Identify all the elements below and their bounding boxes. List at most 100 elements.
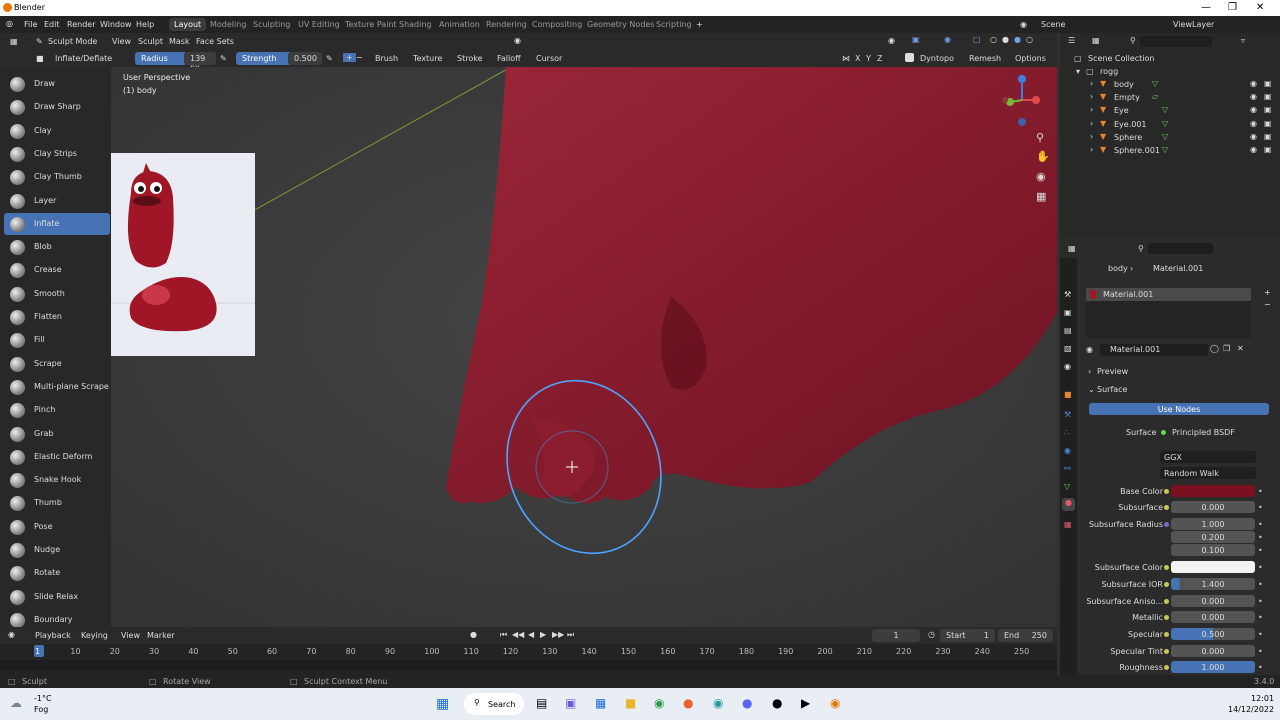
particles-tab-icon[interactable]: ∴	[1064, 428, 1069, 437]
tab-animation[interactable]: Animation	[439, 20, 480, 29]
tool-draw-sharp[interactable]: Draw Sharp	[4, 96, 110, 118]
strength-field[interactable]: 0.500	[288, 52, 322, 65]
tab-uv-editing[interactable]: UV Editing	[298, 20, 340, 29]
wireframe-shading-icon[interactable]: ○	[990, 35, 997, 44]
tool-rotate[interactable]: Rotate	[4, 562, 110, 584]
options-menu[interactable]: Options	[1015, 54, 1046, 63]
filter-icon[interactable]: ▿	[1241, 36, 1245, 45]
edge-icon[interactable]: ◉	[713, 696, 723, 710]
outliner-search-icon[interactable]: ⚲	[1130, 36, 1136, 45]
render-camera-icon[interactable]: ▣	[1264, 79, 1272, 88]
remove-slot-icon[interactable]: −	[1264, 300, 1271, 309]
value-field[interactable]: 0.000	[1171, 645, 1255, 657]
tool-scrape[interactable]: Scrape	[4, 353, 110, 375]
expand-arrow-icon[interactable]: ›	[1090, 145, 1093, 154]
jump-start-icon[interactable]: ⏮	[500, 630, 507, 640]
material-slot[interactable]: Material.001	[1086, 288, 1251, 301]
outliner-item[interactable]: › ▼ Sphere ▽ ◉ ▣	[1062, 131, 1278, 144]
tab-shading[interactable]: Shading	[399, 20, 432, 29]
preview-panel[interactable]: Preview	[1097, 367, 1128, 376]
file-explorer-icon[interactable]: ■	[625, 696, 636, 710]
color-swatch[interactable]	[1171, 485, 1255, 497]
expand-collection-icon[interactable]: ▾	[1076, 67, 1080, 76]
tab-compositing[interactable]: Compositing	[532, 20, 582, 29]
reference-image[interactable]	[111, 153, 255, 356]
outliner-item[interactable]: › ▼ Eye ▽ ◉ ▣	[1062, 104, 1278, 117]
dyntopo-checkbox[interactable]	[905, 53, 914, 62]
end-frame-field[interactable]: End 250	[998, 629, 1053, 642]
axis-z[interactable]: Z	[877, 54, 882, 63]
menu-edit[interactable]: Edit	[44, 20, 60, 29]
navigation-gizmo[interactable]	[1001, 73, 1047, 133]
visibility-icon[interactable]: ◉	[888, 36, 895, 45]
render-camera-icon[interactable]: ▣	[1264, 145, 1272, 154]
add-slot-icon[interactable]: +	[1264, 288, 1271, 297]
render-camera-icon[interactable]: ▣	[1264, 119, 1272, 128]
tool-layer[interactable]: Layer	[4, 190, 110, 212]
visibility-eye-icon[interactable]: ◉	[1250, 119, 1257, 128]
pressure-radius-icon[interactable]: ✎	[220, 54, 227, 63]
video-player-icon[interactable]: ▶	[801, 696, 810, 710]
keyframe-dot-icon[interactable]: •	[1258, 597, 1263, 606]
firefox-icon[interactable]: ●	[683, 696, 693, 710]
tool-thumb[interactable]: Thumb	[4, 492, 110, 514]
keyframe-dot-icon[interactable]: •	[1258, 663, 1263, 672]
teams-icon[interactable]: ▣	[565, 696, 576, 710]
tool-clay[interactable]: Clay	[4, 120, 110, 142]
menu-view[interactable]: View	[112, 37, 131, 46]
tool-smooth[interactable]: Smooth	[4, 283, 110, 305]
tab-scripting[interactable]: Scripting	[656, 20, 692, 29]
close-icon[interactable]: ✕	[1256, 2, 1264, 13]
pan-hand-icon[interactable]: ✋	[1036, 150, 1050, 163]
keyframe-dot-icon[interactable]: •	[1258, 630, 1263, 639]
expand-arrow-icon[interactable]: ›	[1090, 105, 1093, 114]
use-nodes-button[interactable]: Use Nodes	[1089, 403, 1269, 415]
task-view-icon[interactable]: ▤	[536, 696, 547, 710]
keying-menu[interactable]: Keying	[81, 631, 108, 640]
viewlayer-name[interactable]: ViewLayer	[1173, 20, 1214, 29]
unlink-material-icon[interactable]: ✕	[1237, 344, 1244, 353]
expand-arrow-icon[interactable]: ›	[1090, 119, 1093, 128]
properties-search-input[interactable]	[1148, 243, 1213, 254]
menu-mask[interactable]: Mask	[169, 37, 190, 46]
tool-slide-relax[interactable]: Slide Relax	[4, 586, 110, 608]
visibility-eye-icon[interactable]: ◉	[1250, 132, 1257, 141]
pivot-icon[interactable]: ◉	[514, 36, 521, 45]
constraints-tab-icon[interactable]: ⚯	[1064, 464, 1071, 473]
dyntopo-menu[interactable]: Dyntopo	[920, 54, 954, 63]
radius-field[interactable]: 139 px	[184, 52, 216, 72]
keyframe-dot-icon[interactable]: •	[1258, 533, 1263, 542]
ortho-grid-icon[interactable]: ▦	[1036, 190, 1046, 203]
record-icon[interactable]: ●	[470, 630, 477, 639]
visibility-eye-icon[interactable]: ◉	[1250, 105, 1257, 114]
render-tab-icon[interactable]: ▣	[1064, 308, 1072, 317]
subsurface-method-dropdown[interactable]: Random Walk	[1160, 467, 1256, 479]
visibility-eye-icon[interactable]: ◉	[1250, 92, 1257, 101]
play-reverse-icon[interactable]: ◀	[528, 630, 534, 639]
axis-x[interactable]: X	[855, 54, 860, 63]
overlay-toggle-icon[interactable]: ◉	[944, 35, 951, 44]
jump-end-icon[interactable]: ⏭	[567, 630, 574, 640]
value-field[interactable]: 0.100	[1171, 544, 1255, 556]
start-frame-field[interactable]: Start 1	[940, 629, 995, 642]
distribution-dropdown[interactable]: GGX	[1160, 451, 1256, 463]
tool-draw[interactable]: Draw	[4, 73, 110, 95]
outliner-search-input[interactable]	[1140, 36, 1212, 47]
playback-menu[interactable]: Playback	[35, 631, 71, 640]
view-layer-tab-icon[interactable]: ▧	[1064, 344, 1072, 353]
render-camera-icon[interactable]: ▣	[1264, 105, 1272, 114]
value-field[interactable]: 0.500	[1171, 628, 1255, 640]
properties-search-icon[interactable]: ⚲	[1138, 244, 1144, 253]
keyframe-dot-icon[interactable]: •	[1258, 580, 1263, 589]
tool-blob[interactable]: Blob	[4, 236, 110, 258]
value-field[interactable]: 1.000	[1171, 661, 1255, 673]
outliner-item[interactable]: › ▼ body ▽ ◉ ▣	[1062, 78, 1278, 91]
tool-flatten[interactable]: Flatten	[4, 306, 110, 328]
taskbar-search[interactable]: ⚲ Search	[464, 693, 524, 715]
tool-inflate[interactable]: Inflate	[4, 212, 110, 235]
tab-modeling[interactable]: Modeling	[210, 20, 246, 29]
outliner-item[interactable]: › ▼ Sphere.001 ▽ ◉ ▣	[1062, 144, 1278, 157]
mode-dropdown[interactable]: Sculpt Mode	[48, 37, 97, 46]
chrome-icon[interactable]: ◉	[654, 696, 664, 710]
tool-snake-hook[interactable]: Snake Hook	[4, 469, 110, 491]
